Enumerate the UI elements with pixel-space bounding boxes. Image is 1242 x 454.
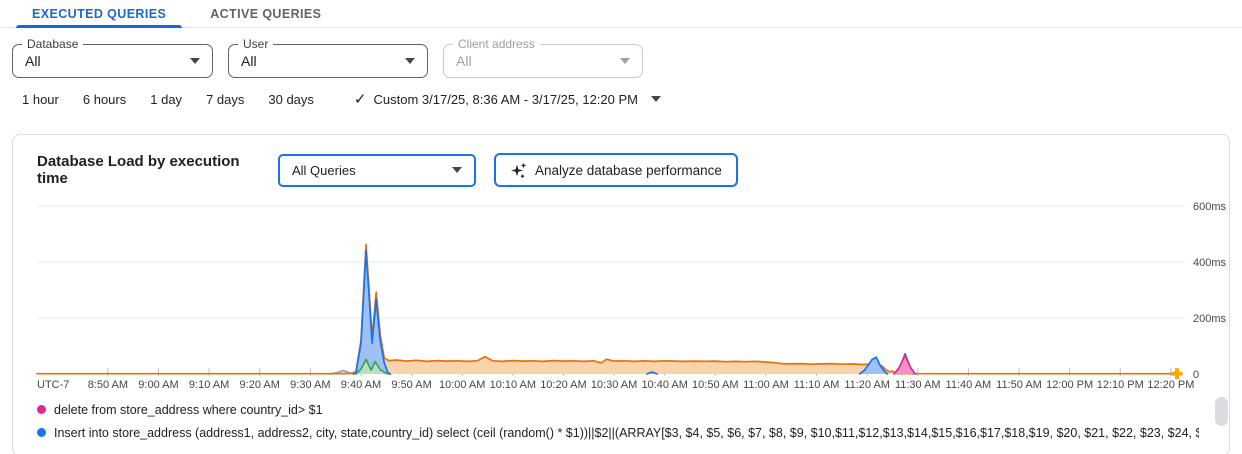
custom-time-range-label: Custom 3/17/25, 8:36 AM - 3/17/25, 12:20… [374, 92, 639, 107]
chevron-down-icon [190, 58, 200, 64]
database-filter-label: Database [22, 37, 83, 51]
svg-text:11:30 AM: 11:30 AM [895, 379, 941, 391]
svg-text:12:00 PM: 12:00 PM [1046, 379, 1093, 391]
svg-text:200ms: 200ms [1193, 313, 1227, 325]
check-icon: ✓ [354, 90, 367, 108]
chevron-down-icon [620, 58, 630, 64]
svg-text:10:00 AM: 10:00 AM [439, 379, 485, 391]
chart-header: Database Load by execution time All Quer… [13, 135, 1229, 187]
queries-dropdown[interactable]: All Queries [278, 154, 476, 187]
svg-text:10:40 AM: 10:40 AM [641, 379, 687, 391]
time-range-1-day[interactable]: 1 day [150, 92, 182, 107]
legend-label: delete from store_address where country_… [54, 403, 323, 417]
client-address-filter-value: All [456, 53, 620, 69]
svg-text:UTC-7: UTC-7 [37, 379, 69, 391]
svg-text:10:20 AM: 10:20 AM [540, 379, 586, 391]
chart-legend: delete from store_address where country_… [13, 396, 1229, 444]
svg-text:10:10 AM: 10:10 AM [490, 379, 536, 391]
svg-text:11:00 AM: 11:00 AM [743, 379, 789, 391]
queries-dropdown-value: All Queries [292, 163, 452, 178]
sparkle-icon [510, 162, 527, 179]
svg-text:9:10 AM: 9:10 AM [189, 379, 229, 391]
svg-text:12:10 PM: 12:10 PM [1097, 379, 1144, 391]
tab-executed-queries-label: EXECUTED QUERIES [32, 7, 166, 21]
user-filter-select[interactable]: User All [228, 44, 428, 78]
query-tabs: EXECUTED QUERIES ACTIVE QUERIES [0, 0, 1242, 28]
custom-time-range[interactable]: ✓ Custom 3/17/25, 8:36 AM - 3/17/25, 12:… [354, 90, 661, 108]
legend-label: Insert into store_address (address1, add… [54, 426, 1199, 440]
svg-text:10:30 AM: 10:30 AM [591, 379, 637, 391]
filter-row: Database All User All Client address All [12, 44, 1242, 78]
chevron-down-icon [651, 96, 661, 102]
client-address-filter-select: Client address All [443, 44, 643, 78]
client-address-filter-label: Client address [453, 37, 540, 51]
legend-item-insert-query[interactable]: Insert into store_address (address1, add… [37, 421, 1199, 444]
svg-text:11:20 AM: 11:20 AM [844, 379, 890, 391]
svg-text:400ms: 400ms [1193, 257, 1227, 269]
time-range-6-hours[interactable]: 6 hours [83, 92, 126, 107]
tab-executed-queries[interactable]: EXECUTED QUERIES [10, 0, 188, 27]
database-filter-select[interactable]: Database All [12, 44, 213, 78]
legend-dot [37, 428, 46, 437]
tab-active-queries[interactable]: ACTIVE QUERIES [188, 0, 343, 27]
user-filter-value: All [241, 53, 405, 69]
chevron-down-icon [405, 58, 415, 64]
database-load-card: Database Load by execution time All Quer… [12, 134, 1230, 454]
time-range-1-hour[interactable]: 1 hour [22, 92, 59, 107]
analyze-button-label: Analyze database performance [535, 163, 722, 178]
user-filter-label: User [238, 37, 273, 51]
svg-text:9:50 AM: 9:50 AM [391, 379, 431, 391]
time-range-30-days[interactable]: 30 days [268, 92, 314, 107]
legend-item-delete-query[interactable]: delete from store_address where country_… [37, 398, 1199, 421]
svg-text:11:50 AM: 11:50 AM [996, 379, 1042, 391]
svg-text:8:50 AM: 8:50 AM [88, 379, 128, 391]
time-range-row: 1 hour 6 hours 1 day 7 days 30 days ✓ Cu… [22, 90, 1242, 108]
chevron-down-icon [452, 167, 462, 173]
chart-title: Database Load by execution time [37, 153, 264, 187]
database-load-chart[interactable]: 600ms400ms200ms0UTC-78:50 AM9:00 AM9:10 … [13, 199, 1229, 396]
analyze-database-performance-button[interactable]: Analyze database performance [494, 153, 738, 187]
svg-text:9:00 AM: 9:00 AM [138, 379, 178, 391]
svg-text:9:20 AM: 9:20 AM [240, 379, 280, 391]
svg-text:11:10 AM: 11:10 AM [794, 379, 840, 391]
time-range-7-days[interactable]: 7 days [206, 92, 244, 107]
svg-text:10:50 AM: 10:50 AM [692, 379, 738, 391]
legend-dot [37, 405, 46, 414]
tab-active-queries-label: ACTIVE QUERIES [210, 7, 321, 21]
svg-text:12:20 PM: 12:20 PM [1147, 379, 1194, 391]
svg-text:9:30 AM: 9:30 AM [290, 379, 330, 391]
database-filter-value: All [25, 53, 190, 69]
svg-text:600ms: 600ms [1193, 201, 1227, 213]
svg-text:11:40 AM: 11:40 AM [946, 379, 992, 391]
svg-text:9:40 AM: 9:40 AM [341, 379, 381, 391]
vertical-scrollbar-thumb[interactable] [1215, 397, 1228, 426]
